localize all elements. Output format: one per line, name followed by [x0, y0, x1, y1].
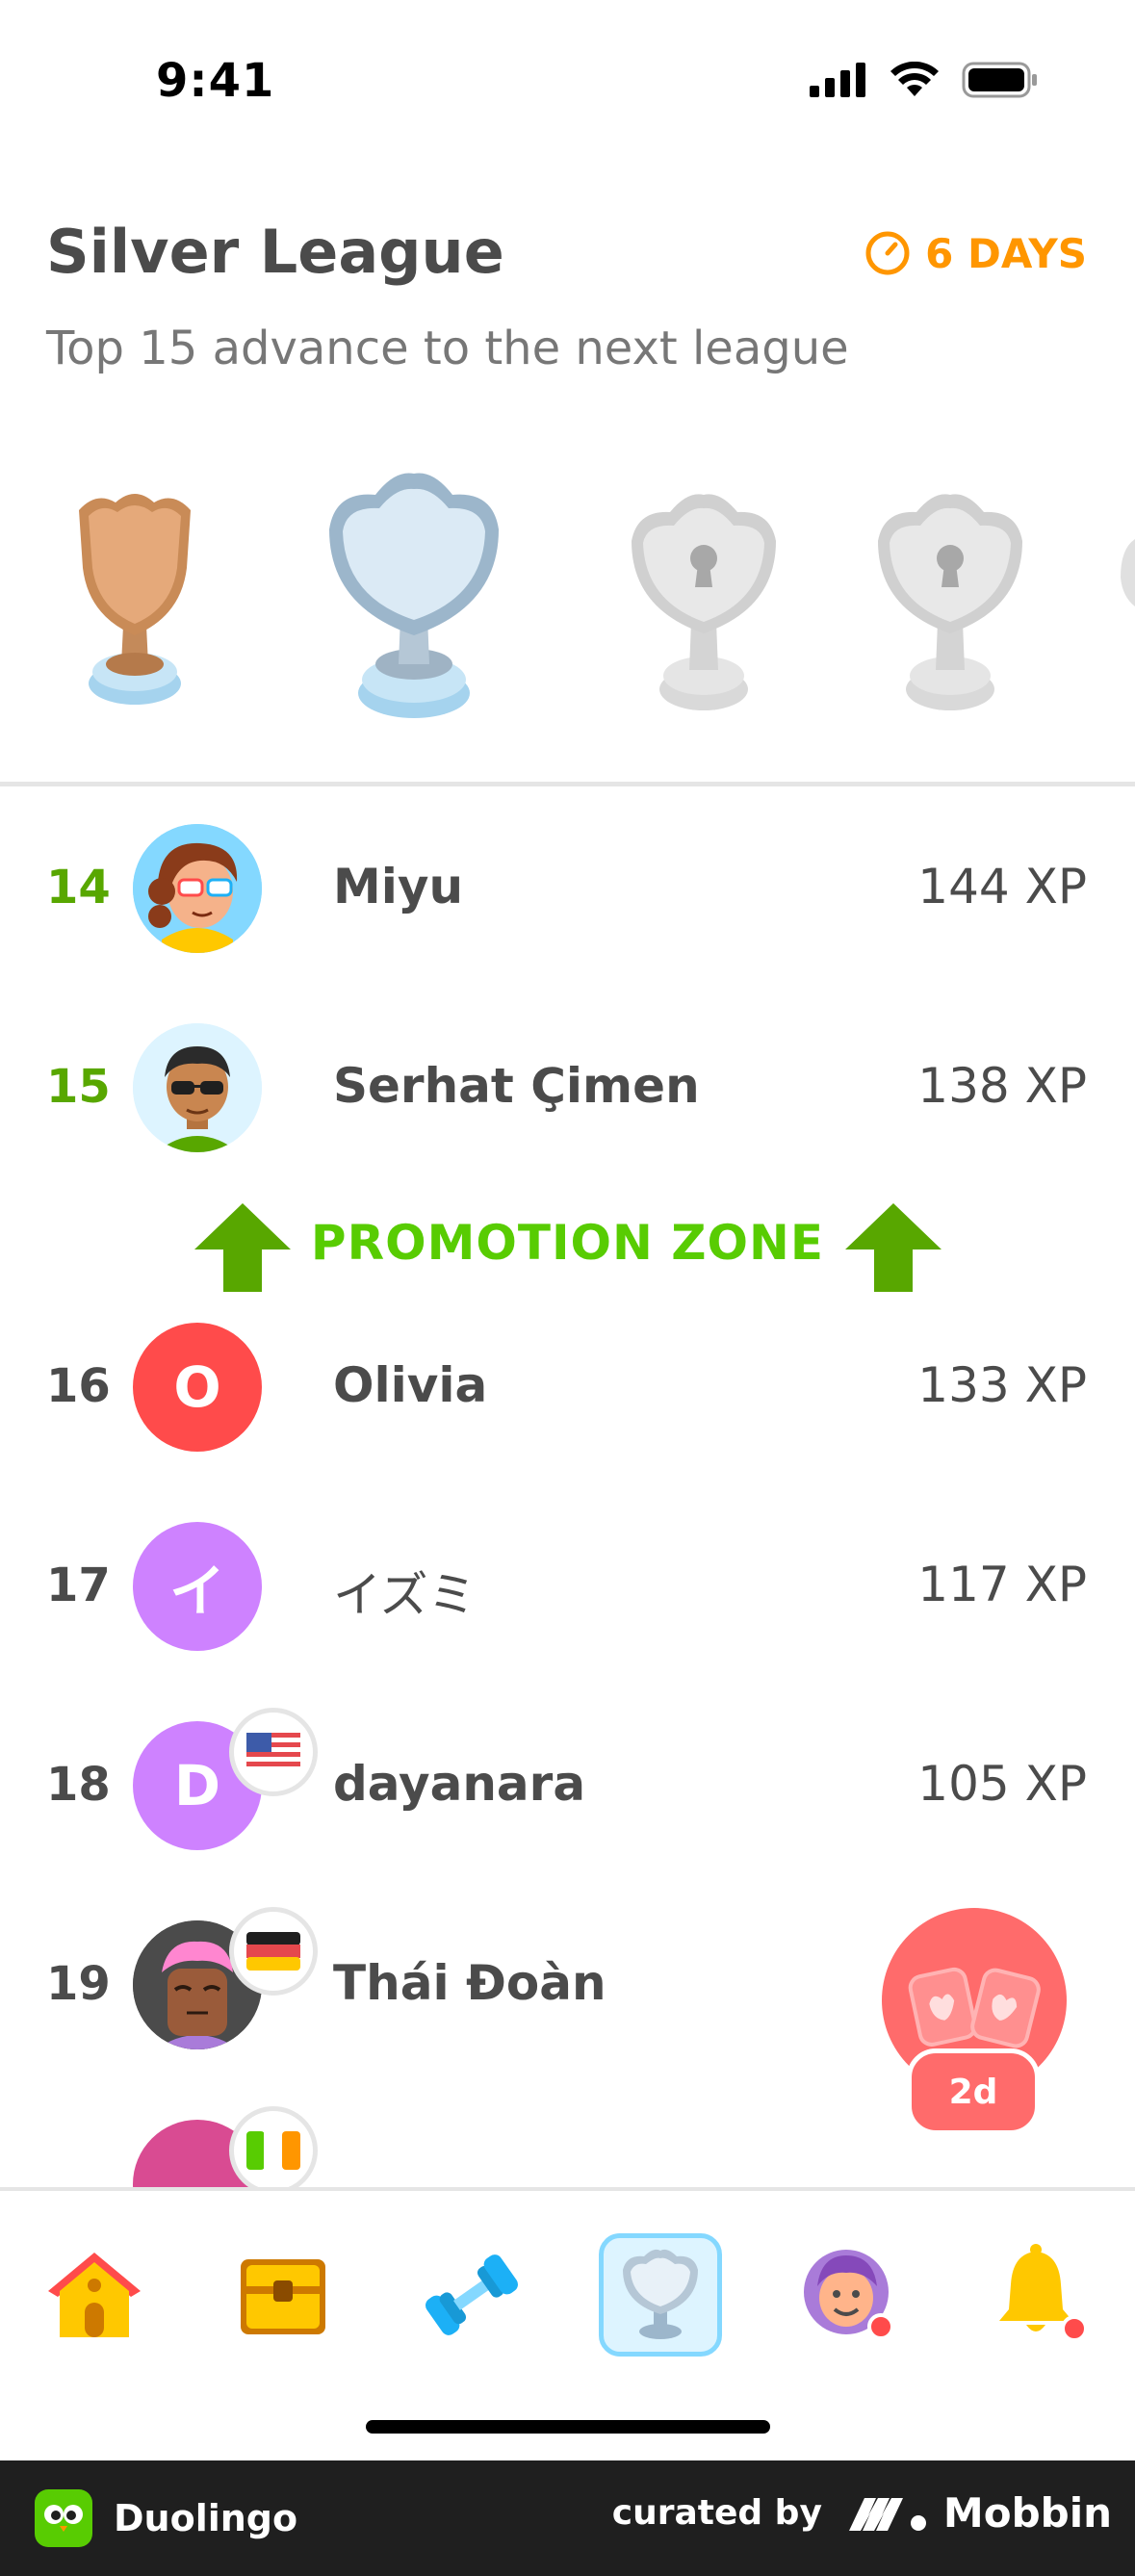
league-title: Silver League	[46, 217, 504, 287]
footer-credit: curated by Mobbin	[612, 2489, 1112, 2537]
user-name: Serhat Çimen	[333, 1058, 700, 1114]
timer-label: 6 DAYS	[925, 229, 1087, 277]
us-flag-icon	[246, 1733, 300, 1771]
treasure-chest-icon	[241, 2259, 325, 2334]
rank-number: 14	[46, 861, 111, 914]
avatar-initial: イ	[168, 1558, 225, 1624]
tab-chest[interactable]	[221, 2233, 345, 2357]
leaderboard-row[interactable]: 14 Miyu 144 XP	[0, 789, 1135, 989]
bronze-trophy-icon	[79, 494, 191, 705]
locked-trophy-icon	[632, 494, 776, 710]
rank-number: 15	[46, 1060, 111, 1114]
user-xp: 144 XP	[917, 859, 1087, 914]
user-name: Olivia	[333, 1357, 488, 1413]
mobbin-logo-icon	[848, 2497, 926, 2531]
bell-icon	[999, 2244, 1088, 2342]
dumbbell-icon	[426, 2254, 518, 2335]
avatar[interactable]: イ	[133, 1522, 262, 1651]
user-name: dayanara	[333, 1756, 586, 1812]
mobbin-label: Mobbin	[942, 2489, 1112, 2537]
rank-number: 19	[46, 1957, 111, 2011]
status-bar: 9:41	[0, 0, 1135, 144]
user-xp: 133 XP	[917, 1357, 1087, 1413]
promotion-zone-label: PROMOTION ZONE	[310, 1215, 825, 1271]
silver-trophy-icon	[329, 473, 499, 718]
avatar[interactable]	[133, 1023, 262, 1152]
signal-icon	[810, 63, 865, 97]
country-flag-badge	[229, 1708, 318, 1796]
rank-number: 18	[46, 1758, 111, 1812]
user-xp: 138 XP	[917, 1058, 1087, 1114]
leaderboard-row[interactable]: 15 Serhat Çimen 138 XP	[0, 989, 1135, 1188]
footer-app-name: Duolingo	[114, 2497, 298, 2539]
de-flag-icon	[246, 1932, 300, 1971]
arrow-up-icon	[845, 1203, 942, 1292]
battery-icon	[962, 62, 1037, 98]
avatar-initial: D	[173, 1753, 221, 1818]
tab-profile[interactable]	[787, 2233, 911, 2357]
home-indicator	[366, 2420, 770, 2434]
avatar[interactable]	[133, 824, 262, 953]
country-flag-badge	[229, 1907, 318, 1996]
header-divider	[0, 782, 1135, 786]
country-flag-badge	[229, 2106, 318, 2187]
trophy-icon	[623, 2249, 698, 2339]
leaderboard-row[interactable]: 18 D dayanara 105 XP	[0, 1687, 1135, 1886]
user-xp: 105 XP	[917, 1756, 1087, 1812]
wifi-icon	[890, 62, 939, 96]
user-name: イズミ	[333, 1567, 477, 1623]
user-name: Thái Đoàn	[333, 1955, 606, 2011]
rank-number: 16	[46, 1359, 111, 1413]
locked-trophy-icon	[878, 494, 1022, 710]
user-avatar-illustration	[133, 824, 262, 953]
leaderboard-row[interactable]: 17 イ イズミ 117 XP	[0, 1487, 1135, 1687]
user-xp: 117 XP	[917, 1557, 1087, 1612]
status-time: 9:41	[156, 54, 275, 108]
promotion-zone-divider: PROMOTION ZONE	[0, 1178, 1135, 1294]
tab-leagues[interactable]	[599, 2233, 722, 2357]
status-icons	[810, 62, 1039, 98]
curated-by-label: curated by	[611, 2493, 822, 2533]
user-avatar-illustration	[133, 1023, 262, 1152]
locked-trophy-icon	[1121, 539, 1135, 606]
avatar-initial: O	[173, 1354, 221, 1420]
mobbin-footer: Duolingo curated by Mobbin	[0, 2460, 1135, 2576]
duolingo-logo-icon	[35, 2489, 92, 2547]
tab-home[interactable]	[33, 2233, 156, 2357]
timer-icon	[865, 231, 910, 275]
avatar[interactable]: O	[133, 1323, 262, 1452]
league-subtitle: Top 15 advance to the next league	[46, 322, 849, 375]
league-timer: 6 DAYS	[864, 229, 1087, 277]
mobbin-brand: Mobbin	[847, 2489, 1112, 2537]
tab-practice[interactable]	[410, 2233, 533, 2357]
leaderboard-row[interactable]: 16 O Olivia 133 XP	[0, 1288, 1135, 1487]
chest-timer-badge: 2d	[907, 2048, 1040, 2135]
house-icon	[48, 2253, 141, 2337]
league-trophy-row[interactable]	[0, 452, 1135, 722]
ie-flag-icon	[246, 2131, 300, 2170]
user-name: Miyu	[333, 859, 464, 914]
rank-number: 17	[46, 1558, 111, 1612]
profile-avatar-icon	[804, 2250, 894, 2340]
footer-app: Duolingo	[35, 2489, 297, 2547]
bottom-tab-bar	[0, 2187, 1135, 2457]
tab-notifications[interactable]	[980, 2233, 1103, 2357]
